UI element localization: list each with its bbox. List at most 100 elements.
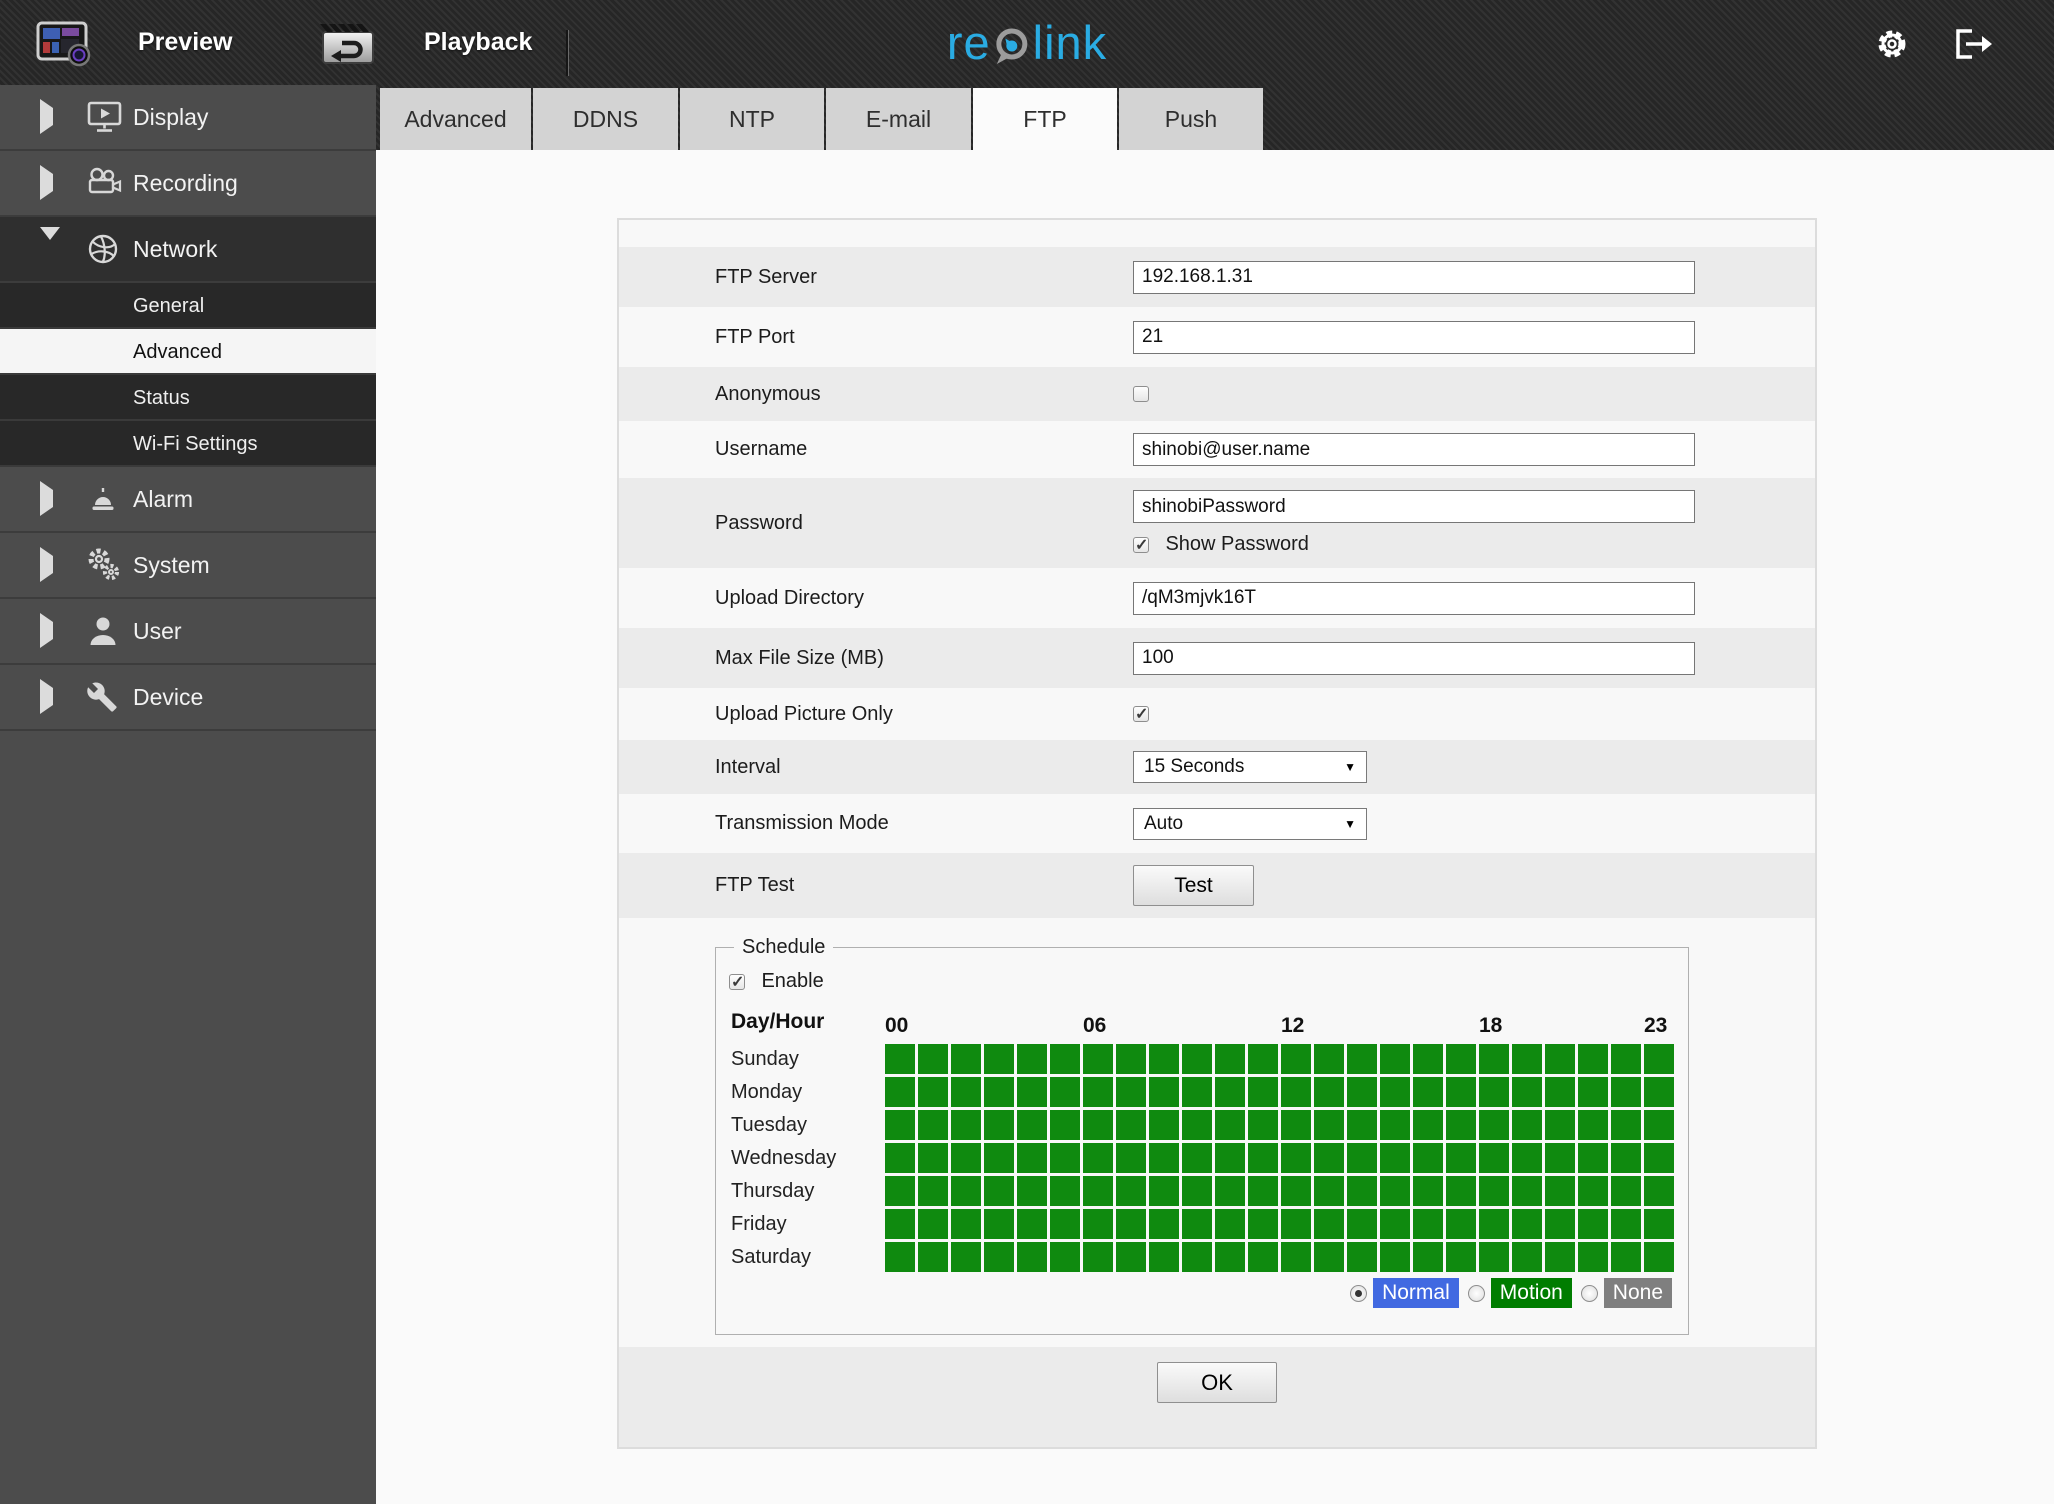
schedule-cell[interactable] xyxy=(1545,1077,1575,1107)
schedule-cell[interactable] xyxy=(1050,1176,1080,1206)
schedule-cell[interactable] xyxy=(951,1077,981,1107)
schedule-cell[interactable] xyxy=(1182,1044,1212,1074)
schedule-cell[interactable] xyxy=(1413,1077,1443,1107)
schedule-cell[interactable] xyxy=(1479,1143,1509,1173)
schedule-cell[interactable] xyxy=(1512,1242,1542,1272)
schedule-cell[interactable] xyxy=(1578,1077,1608,1107)
tab-push[interactable]: Push xyxy=(1119,88,1263,150)
schedule-cell[interactable] xyxy=(918,1110,948,1140)
schedule-cell[interactable] xyxy=(1413,1044,1443,1074)
schedule-cell[interactable] xyxy=(1446,1110,1476,1140)
schedule-cell[interactable] xyxy=(918,1044,948,1074)
schedule-cell[interactable] xyxy=(1347,1143,1377,1173)
schedule-cell[interactable] xyxy=(1314,1176,1344,1206)
mode-badge-none[interactable]: None xyxy=(1603,1278,1672,1308)
schedule-cell[interactable] xyxy=(1149,1143,1179,1173)
schedule-cell[interactable] xyxy=(885,1176,915,1206)
schedule-cell[interactable] xyxy=(1611,1209,1641,1239)
schedule-cell[interactable] xyxy=(1017,1044,1047,1074)
schedule-cell[interactable] xyxy=(1083,1077,1113,1107)
mode-radio-none[interactable] xyxy=(1580,1284,1598,1302)
schedule-cell[interactable] xyxy=(951,1110,981,1140)
sidebar-subitem-general[interactable]: General xyxy=(0,283,376,329)
schedule-cell[interactable] xyxy=(1248,1242,1278,1272)
schedule-cell[interactable] xyxy=(1479,1077,1509,1107)
schedule-cell[interactable] xyxy=(1017,1176,1047,1206)
sidebar-item-recording[interactable]: Recording xyxy=(0,151,376,217)
schedule-cell[interactable] xyxy=(1281,1209,1311,1239)
schedule-cell[interactable] xyxy=(885,1209,915,1239)
schedule-cell[interactable] xyxy=(1215,1242,1245,1272)
tab-advanced[interactable]: Advanced xyxy=(380,88,531,150)
schedule-cell[interactable] xyxy=(1149,1044,1179,1074)
schedule-cell[interactable] xyxy=(951,1176,981,1206)
schedule-cell[interactable] xyxy=(1314,1044,1344,1074)
schedule-cell[interactable] xyxy=(1446,1044,1476,1074)
tab-ftp[interactable]: FTP xyxy=(973,88,1117,150)
schedule-cell[interactable] xyxy=(1644,1143,1674,1173)
schedule-cell[interactable] xyxy=(1050,1110,1080,1140)
schedule-cell[interactable] xyxy=(1644,1209,1674,1239)
schedule-cell[interactable] xyxy=(1578,1143,1608,1173)
schedule-cell[interactable] xyxy=(885,1077,915,1107)
schedule-cell[interactable] xyxy=(1479,1242,1509,1272)
schedule-cell[interactable] xyxy=(1413,1242,1443,1272)
schedule-cell[interactable] xyxy=(1182,1242,1212,1272)
schedule-cell[interactable] xyxy=(1446,1077,1476,1107)
schedule-cell[interactable] xyxy=(1314,1143,1344,1173)
schedule-cell[interactable] xyxy=(1050,1209,1080,1239)
schedule-cell[interactable] xyxy=(1215,1077,1245,1107)
schedule-cell[interactable] xyxy=(1380,1044,1410,1074)
schedule-cell[interactable] xyxy=(984,1110,1014,1140)
schedule-cell[interactable] xyxy=(1248,1110,1278,1140)
anonymous-checkbox[interactable] xyxy=(1133,385,1149,402)
schedule-cell[interactable] xyxy=(1479,1176,1509,1206)
schedule-cell[interactable] xyxy=(1281,1176,1311,1206)
schedule-cell[interactable] xyxy=(1215,1209,1245,1239)
sidebar-item-alarm[interactable]: Alarm xyxy=(0,467,376,533)
schedule-cell[interactable] xyxy=(885,1110,915,1140)
schedule-cell[interactable] xyxy=(1149,1077,1179,1107)
schedule-cell[interactable] xyxy=(1644,1110,1674,1140)
schedule-cell[interactable] xyxy=(1512,1077,1542,1107)
schedule-cell[interactable] xyxy=(1314,1110,1344,1140)
schedule-cell[interactable] xyxy=(1545,1044,1575,1074)
schedule-cell[interactable] xyxy=(1512,1176,1542,1206)
schedule-cell[interactable] xyxy=(1578,1044,1608,1074)
tab-ntp[interactable]: NTP xyxy=(680,88,824,150)
schedule-cell[interactable] xyxy=(1281,1242,1311,1272)
schedule-cell[interactable] xyxy=(951,1209,981,1239)
schedule-cell[interactable] xyxy=(885,1044,915,1074)
schedule-cell[interactable] xyxy=(951,1143,981,1173)
schedule-cell[interactable] xyxy=(1182,1110,1212,1140)
settings-gear-icon[interactable] xyxy=(1876,28,1908,60)
schedule-cell[interactable] xyxy=(1116,1209,1146,1239)
schedule-cell[interactable] xyxy=(1512,1209,1542,1239)
mode-radio-normal[interactable] xyxy=(1350,1284,1368,1302)
schedule-cell[interactable] xyxy=(1248,1044,1278,1074)
schedule-cell[interactable] xyxy=(984,1242,1014,1272)
schedule-cell[interactable] xyxy=(1215,1143,1245,1173)
schedule-cell[interactable] xyxy=(1215,1044,1245,1074)
schedule-cell[interactable] xyxy=(1380,1209,1410,1239)
schedule-cell[interactable] xyxy=(1347,1044,1377,1074)
schedule-cell[interactable] xyxy=(1446,1209,1476,1239)
schedule-enable-checkbox[interactable] xyxy=(729,972,745,992)
mode-badge-normal[interactable]: Normal xyxy=(1373,1278,1459,1308)
schedule-cell[interactable] xyxy=(918,1077,948,1107)
ftp-port-input[interactable] xyxy=(1133,320,1695,354)
schedule-cell[interactable] xyxy=(1545,1110,1575,1140)
schedule-cell[interactable] xyxy=(984,1044,1014,1074)
schedule-cell[interactable] xyxy=(1644,1077,1674,1107)
schedule-cell[interactable] xyxy=(1017,1209,1047,1239)
schedule-cell[interactable] xyxy=(1116,1176,1146,1206)
schedule-cell[interactable] xyxy=(1446,1143,1476,1173)
schedule-cell[interactable] xyxy=(1281,1110,1311,1140)
schedule-cell[interactable] xyxy=(1116,1077,1146,1107)
schedule-cell[interactable] xyxy=(1413,1209,1443,1239)
schedule-cell[interactable] xyxy=(1380,1110,1410,1140)
schedule-cell[interactable] xyxy=(1083,1242,1113,1272)
schedule-cell[interactable] xyxy=(1545,1242,1575,1272)
show-password-checkbox[interactable] xyxy=(1133,535,1149,555)
schedule-cell[interactable] xyxy=(1314,1209,1344,1239)
